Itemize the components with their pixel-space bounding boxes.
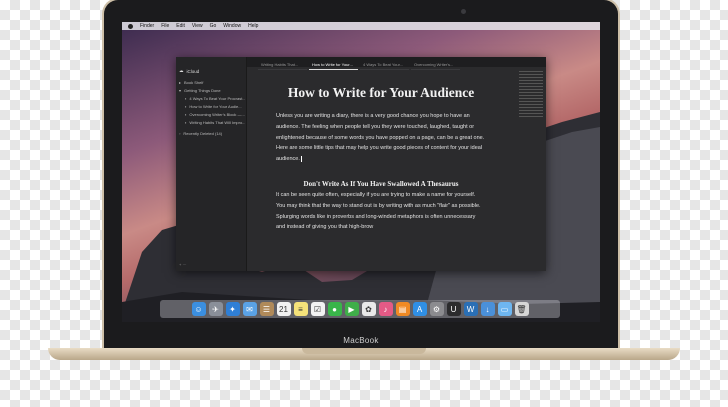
notes-icon[interactable]: ≡ bbox=[293, 302, 308, 316]
sidebar-item-label: 4 Ways To Beat Your Procrast... bbox=[189, 96, 245, 101]
sidebar-header[interactable]: ☁ iCloud bbox=[179, 68, 199, 74]
menu-window[interactable]: Window bbox=[223, 22, 241, 30]
menu-help[interactable]: Help bbox=[248, 22, 258, 30]
document-paragraph: Here are some little tips that may help … bbox=[276, 143, 486, 165]
folder-icon: ▾ bbox=[179, 88, 182, 93]
facetime-icon[interactable]: ▶ bbox=[344, 302, 359, 316]
apple-icon[interactable] bbox=[128, 23, 133, 29]
sidebar-item-book-shelf[interactable]: ▸ Book Shelf bbox=[179, 79, 245, 87]
sidebar-item-recently-deleted[interactable]: ▫ Recently Deleted (14) bbox=[179, 130, 245, 138]
menu-go[interactable]: Go bbox=[210, 22, 217, 30]
ulysses-icon[interactable]: U bbox=[446, 302, 461, 316]
reminders-icon[interactable]: ☑ bbox=[310, 302, 325, 316]
tab-four-ways[interactable]: 4 Ways To Beat Your... bbox=[360, 61, 409, 70]
document-paragraph-text: Here are some little tips that may help … bbox=[276, 145, 483, 163]
app-window: ☁ iCloud ▸ Book Shelf ▾ Getting Things D… bbox=[176, 57, 546, 271]
sidebar-header-label: iCloud bbox=[186, 68, 200, 74]
cloud-icon: ☁ bbox=[179, 68, 184, 73]
downloads-icon[interactable]: ↓ bbox=[480, 302, 495, 316]
sidebar-item-label: Overcoming Writer's Block —... bbox=[189, 112, 245, 117]
sidebar-item-label: Book Shelf bbox=[184, 80, 204, 85]
text-caret bbox=[300, 155, 302, 162]
menu-file[interactable]: File bbox=[161, 22, 169, 30]
document-editor[interactable]: How to Write for Your Audience Unless yo… bbox=[276, 81, 486, 233]
doc-icon: ▪ bbox=[185, 120, 187, 125]
document-minimap[interactable] bbox=[518, 69, 544, 259]
add-group-button[interactable]: + ⋯ bbox=[179, 262, 186, 267]
appstore-icon[interactable]: A bbox=[412, 302, 427, 316]
calendar-icon[interactable]: 21 bbox=[276, 302, 291, 316]
device-brand-label: MacBook bbox=[343, 336, 379, 345]
sidebar-item-procrastination[interactable]: ▪ 4 Ways To Beat Your Procrast... bbox=[179, 95, 245, 103]
sidebar-list: ▸ Book Shelf ▾ Getting Things Done ▪ 4 W… bbox=[179, 79, 245, 138]
mail-icon[interactable]: ✉ bbox=[242, 302, 257, 316]
contacts-icon[interactable]: ☰ bbox=[259, 302, 274, 316]
sidebar-item-write-for-audience[interactable]: ▪ How to Write for Your Audie... bbox=[179, 103, 245, 111]
menu-finder[interactable]: Finder bbox=[140, 22, 154, 30]
sidebar-item-getting-things-done[interactable]: ▾ Getting Things Done bbox=[179, 87, 245, 95]
trash-icon: ▫ bbox=[179, 131, 181, 136]
writer-icon[interactable]: W bbox=[463, 302, 478, 316]
menu-bar: Finder File Edit View Go Window Help bbox=[122, 22, 600, 30]
trash-icon[interactable]: 🗑 bbox=[514, 302, 529, 316]
safari-icon[interactable]: ✦ bbox=[225, 302, 240, 316]
launchpad-icon[interactable]: ✈ bbox=[208, 302, 223, 316]
sidebar-item-label: How to Write for Your Audie... bbox=[189, 104, 242, 109]
menu-view[interactable]: View bbox=[192, 22, 203, 30]
doc-icon: ▪ bbox=[185, 112, 187, 117]
tab-writers-block[interactable]: Overcoming Writer's... bbox=[411, 61, 460, 70]
folder-icon[interactable]: ▭ bbox=[497, 302, 512, 316]
photos-icon[interactable]: ✿ bbox=[361, 302, 376, 316]
tab-bar: Writing Habits That... How to Write for … bbox=[258, 61, 460, 70]
menu-edit[interactable]: Edit bbox=[176, 22, 185, 30]
folder-icon: ▸ bbox=[179, 80, 182, 85]
itunes-icon[interactable]: ♪ bbox=[378, 302, 393, 316]
document-paragraph: It can be seen quite often, especially i… bbox=[276, 191, 481, 231]
preferences-icon[interactable]: ⚙ bbox=[429, 302, 444, 316]
screen: Finder File Edit View Go Window Help ☁ i… bbox=[122, 22, 600, 322]
laptop-hinge bbox=[302, 348, 426, 354]
dock: ☺ ✈ ✦ ✉ ☰ 21 ≡ ☑ ● ▶ ✿ ♪ ▤ A ⚙ U W ↓ ▭ 🗑 bbox=[160, 300, 560, 318]
ibooks-icon[interactable]: ▤ bbox=[395, 302, 410, 316]
sidebar-item-writers-block[interactable]: ▪ Overcoming Writer's Block —... bbox=[179, 111, 245, 119]
document-paragraph: Unless you are writing a diary, there is… bbox=[276, 113, 485, 141]
sidebar-item-label: Writing Habits That Will Impro... bbox=[189, 120, 245, 125]
finder-icon[interactable]: ☺ bbox=[191, 302, 206, 316]
camera-icon bbox=[461, 9, 466, 14]
sidebar-item-label: Getting Things Done bbox=[184, 88, 221, 93]
messages-icon[interactable]: ● bbox=[327, 302, 342, 316]
doc-icon: ▪ bbox=[185, 96, 187, 101]
tab-write-for-audience[interactable]: How to Write for Your... bbox=[309, 61, 358, 70]
document-heading: Don't Write As If You Have Swallowed A T… bbox=[303, 179, 459, 188]
library-sidebar: ☁ iCloud ▸ Book Shelf ▾ Getting Things D… bbox=[176, 57, 247, 271]
sidebar-item-writing-habits[interactable]: ▪ Writing Habits That Will Impro... bbox=[179, 119, 245, 127]
document-title: How to Write for Your Audience bbox=[287, 85, 475, 100]
tab-writing-habits[interactable]: Writing Habits That... bbox=[258, 61, 307, 70]
sidebar-item-label: Recently Deleted (14) bbox=[183, 131, 223, 136]
doc-icon: ▪ bbox=[185, 104, 187, 109]
